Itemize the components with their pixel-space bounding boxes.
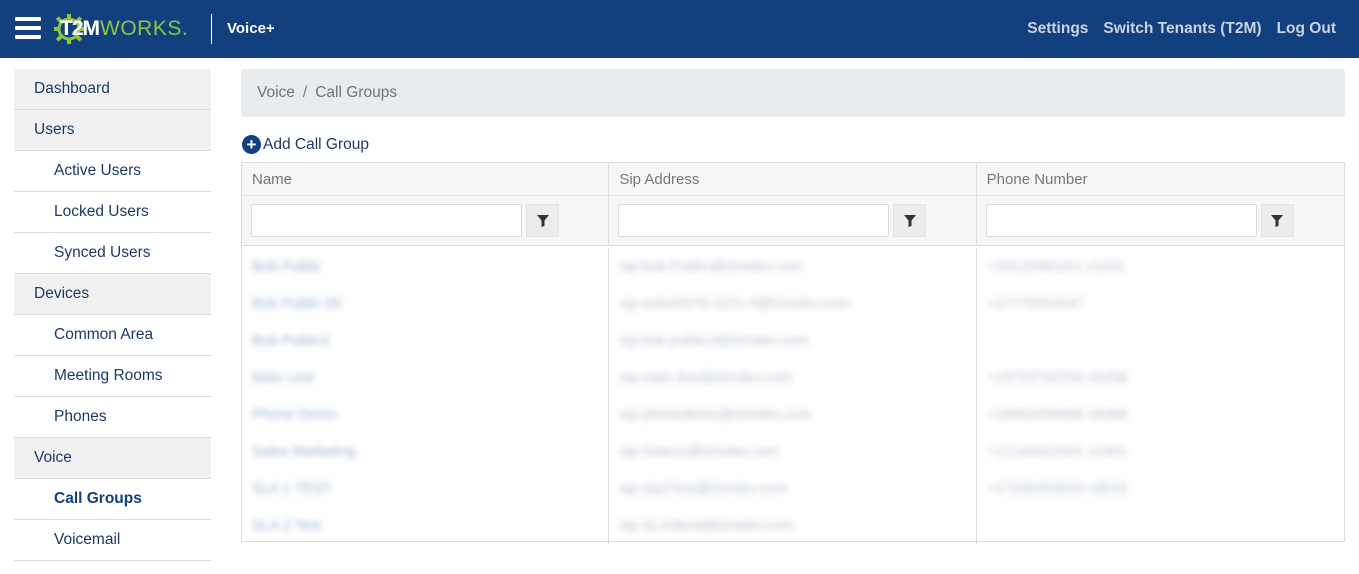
table-body: Bob Public sip:bob.Public@t2mdev.com +16… bbox=[242, 248, 1344, 544]
sidebar-item-devices[interactable]: Devices bbox=[14, 274, 211, 315]
table-row[interactable]: Bob Public2 sip:bob.public2@t2mdev.com bbox=[242, 322, 1344, 359]
switch-tenants-link[interactable]: Switch Tenants (T2M) bbox=[1103, 20, 1261, 38]
call-group-name-link[interactable]: Bob Public2 bbox=[252, 333, 329, 349]
phone-number-filter-input[interactable] bbox=[985, 204, 1257, 237]
sidebar-item-voicemail[interactable]: Voicemail bbox=[14, 520, 211, 561]
app-name: Voice+ bbox=[227, 20, 275, 37]
sidebar-item-meeting-rooms[interactable]: Meeting Rooms bbox=[14, 356, 211, 397]
breadcrumb-voice[interactable]: Voice bbox=[257, 84, 295, 102]
table-row[interactable]: Main Line sip:main.line@t2mdev.com +1972… bbox=[242, 359, 1344, 396]
sip-address-cell: sip:sla1Test@t2mdev.com bbox=[619, 480, 788, 497]
header-divider bbox=[211, 14, 212, 44]
phone-number-cell: +19724792256 x5258 bbox=[986, 369, 1128, 386]
filter-icon bbox=[536, 214, 549, 227]
table-row[interactable]: Bob Public 99 sip:ewke9379-157c-4@t2mdev… bbox=[242, 285, 1344, 322]
call-group-name-link[interactable]: Main Line bbox=[252, 370, 315, 386]
sidebar-item-synced-users[interactable]: Synced Users bbox=[14, 233, 211, 274]
phone-number-cell: +18452059368 x9368 bbox=[986, 406, 1128, 423]
table-header: Name Sip Address Phone Number bbox=[242, 163, 1344, 196]
logout-link[interactable]: Log Out bbox=[1277, 20, 1336, 38]
phone-number-cell: +16122481151 x1151 bbox=[986, 258, 1126, 275]
filter-cell-name bbox=[242, 196, 610, 245]
call-group-name-link[interactable]: SLA 1 TEST bbox=[252, 481, 332, 497]
call-group-name-link[interactable]: Sales Marketing bbox=[252, 444, 356, 460]
name-filter-input[interactable] bbox=[251, 204, 522, 237]
table-row[interactable]: Sales Marketing sip:Sales1@t2mdev.com +1… bbox=[242, 433, 1344, 470]
sip-address-cell: sip:SLA2test@t2mdev.com bbox=[619, 517, 794, 534]
column-header-phone-number[interactable]: Phone Number bbox=[977, 163, 1344, 195]
table-row[interactable]: SLA 2 Test sip:SLA2test@t2mdev.com bbox=[242, 507, 1344, 544]
logo-t2m-text: T2M bbox=[60, 17, 100, 40]
phone-number-cell: +17206059633 x9633 bbox=[986, 480, 1128, 497]
sip-address-filter-button[interactable] bbox=[893, 204, 927, 237]
sip-address-cell: sip:Sales1@t2mdev.com bbox=[619, 443, 779, 460]
top-nav-links: Settings Switch Tenants (T2M) Log Out bbox=[1027, 20, 1336, 38]
top-navbar: T2M WORKS. Voice+ Settings Switch Tenant… bbox=[0, 0, 1359, 58]
call-groups-table: Name Sip Address Phone Number Bob Public… bbox=[241, 162, 1345, 544]
column-header-name[interactable]: Name bbox=[242, 163, 610, 195]
sidebar-item-call-groups[interactable]: Call Groups bbox=[14, 479, 211, 520]
table-row[interactable]: SLA 1 TEST sip:sla1Test@t2mdev.com +1720… bbox=[242, 470, 1344, 507]
phone-number-filter-button[interactable] bbox=[1260, 204, 1294, 237]
sip-address-cell: sip:phonedemo@t2mdev.com bbox=[619, 406, 812, 423]
sidebar-item-active-users[interactable]: Active Users bbox=[14, 151, 211, 192]
plus-circle-icon: + bbox=[242, 135, 261, 154]
sidebar-item-users[interactable]: Users bbox=[14, 110, 211, 151]
call-group-name-link[interactable]: Bob Public 99 bbox=[252, 296, 341, 312]
phone-number-cell: +12149321501 x1501 bbox=[986, 443, 1128, 460]
table-row[interactable]: Phone Demo sip:phonedemo@t2mdev.com +184… bbox=[242, 396, 1344, 433]
t2mworks-logo[interactable]: T2M WORKS. bbox=[54, 13, 188, 45]
sidebar-nav: Dashboard Users Active Users Locked User… bbox=[14, 69, 211, 561]
call-group-name-link[interactable]: SLA 2 Test bbox=[252, 518, 321, 534]
filter-icon bbox=[1271, 214, 1284, 227]
sidebar-item-dashboard[interactable]: Dashboard bbox=[14, 69, 211, 110]
add-call-group-label: Add Call Group bbox=[263, 135, 369, 153]
column-header-sip-address[interactable]: Sip Address bbox=[609, 163, 977, 195]
sip-address-cell: sip:bob.public2@t2mdev.com bbox=[619, 332, 809, 349]
sidebar-item-common-area[interactable]: Common Area bbox=[14, 315, 211, 356]
breadcrumb-separator: / bbox=[302, 84, 308, 101]
name-filter-button[interactable] bbox=[526, 204, 559, 237]
filter-row bbox=[242, 196, 1344, 246]
breadcrumb: Voice / Call Groups bbox=[241, 69, 1345, 117]
sidebar-item-voice[interactable]: Voice bbox=[14, 438, 211, 479]
sip-address-cell: sip:bob.Public@t2mdev.com bbox=[619, 258, 803, 275]
sip-address-cell: sip:ewke9379-157c-4@t2mdev.com bbox=[619, 295, 850, 312]
breadcrumb-current: Call Groups bbox=[315, 84, 398, 101]
sidebar-item-locked-users[interactable]: Locked Users bbox=[14, 192, 211, 233]
hamburger-menu-icon[interactable] bbox=[15, 17, 41, 41]
table-row[interactable]: Bob Public sip:bob.Public@t2mdev.com +16… bbox=[242, 248, 1344, 285]
filter-cell-sip bbox=[609, 196, 977, 245]
sip-address-cell: sip:main.line@t2mdev.com bbox=[619, 369, 793, 386]
settings-link[interactable]: Settings bbox=[1027, 20, 1088, 38]
sidebar-item-phones[interactable]: Phones bbox=[14, 397, 211, 438]
call-group-name-link[interactable]: Bob Public bbox=[252, 259, 321, 275]
logo-works-text: WORKS. bbox=[100, 17, 189, 40]
call-group-name-link[interactable]: Phone Demo bbox=[252, 407, 337, 423]
filter-icon bbox=[903, 214, 916, 227]
phone-number-cell: +17775554447 bbox=[986, 295, 1084, 312]
filter-cell-phone bbox=[977, 196, 1344, 245]
sip-address-filter-input[interactable] bbox=[618, 204, 890, 237]
add-call-group-button[interactable]: + Add Call Group bbox=[242, 135, 369, 154]
